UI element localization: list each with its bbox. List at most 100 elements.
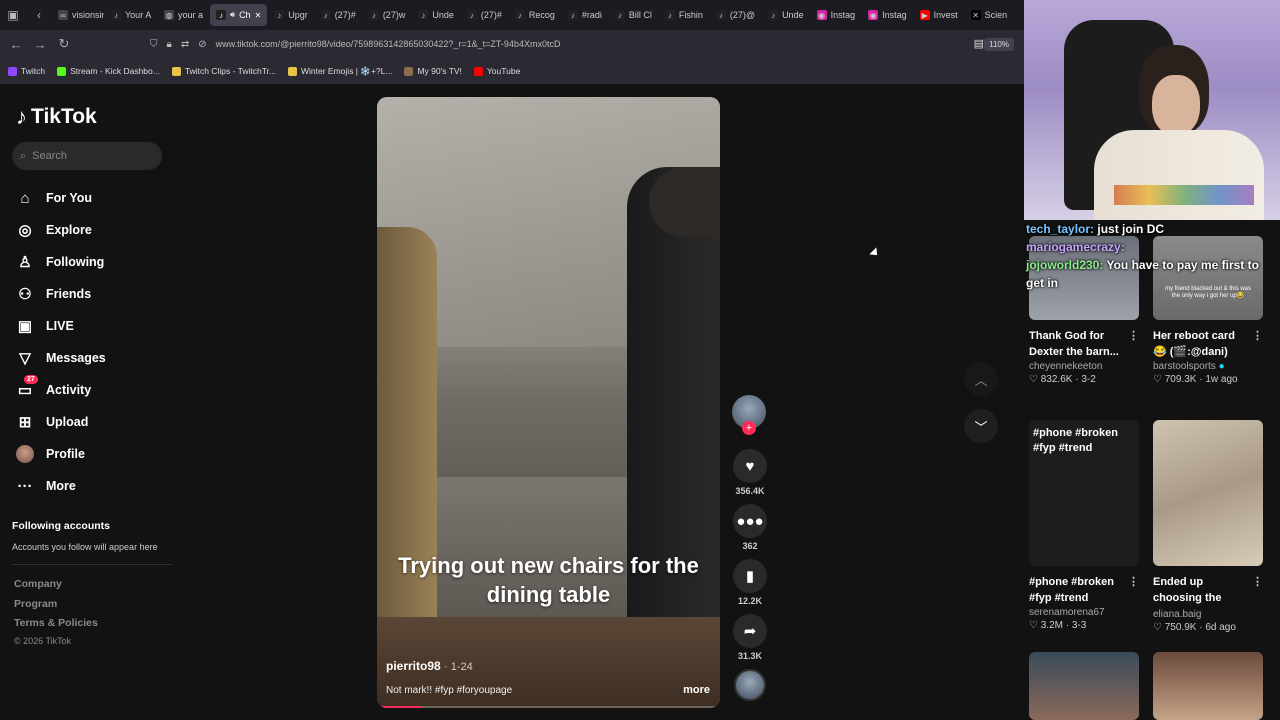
more-options-icon[interactable]: ⋮ bbox=[1252, 574, 1263, 590]
sidebar-item-activity[interactable]: ▭ 27 Activity bbox=[16, 374, 106, 406]
sound-avatar[interactable] bbox=[734, 669, 766, 701]
tab-scroll-left-icon[interactable]: ‹ bbox=[26, 0, 52, 30]
sidebar-item-upload[interactable]: ⊞ Upload bbox=[16, 406, 106, 438]
more-button[interactable]: more bbox=[683, 684, 710, 696]
webcam-face bbox=[1152, 75, 1200, 135]
next-video-button[interactable]: ﹀ bbox=[964, 409, 998, 443]
browser-tab[interactable]: ♪ Your A bbox=[105, 4, 157, 26]
more-options-icon[interactable]: ⋮ bbox=[1128, 328, 1139, 344]
forward-icon[interactable]: → bbox=[28, 37, 52, 52]
speaker-icon[interactable]: 🔊︎ bbox=[230, 10, 235, 20]
browser-tab[interactable]: ♪ Bill Cl bbox=[609, 4, 658, 26]
back-icon[interactable]: ← bbox=[4, 37, 28, 52]
card-author[interactable]: barstoolsports ● bbox=[1153, 361, 1263, 372]
video-thumbnail[interactable] bbox=[1029, 652, 1139, 720]
sidebar-item-friends[interactable]: ⚇ Friends bbox=[16, 278, 106, 310]
shield-icon[interactable]: ⛉ bbox=[150, 39, 158, 50]
reload-icon[interactable]: ↻ bbox=[52, 36, 76, 52]
browser-tab[interactable]: ∞ visionsim bbox=[52, 4, 104, 26]
sidebar-item-for-you[interactable]: ⌂ For You bbox=[16, 182, 106, 214]
bookmark-item[interactable]: YouTube bbox=[473, 66, 521, 76]
address-bar[interactable]: ⛉ 🔒︎ ⇄ ⊘ www.tiktok.com/@pierrito98/vide… bbox=[150, 34, 1020, 54]
bookmark-item[interactable]: Twitch Clips - TwitchTr... bbox=[171, 66, 276, 76]
browser-tab[interactable]: ♪ 🔊︎ Ch ✕ bbox=[210, 4, 268, 26]
browser-tab[interactable]: ♪ (27)# bbox=[315, 4, 362, 26]
sidebar-item-live[interactable]: ▣ LIVE bbox=[16, 310, 106, 342]
camera-off-icon[interactable]: ⊘ bbox=[198, 39, 206, 50]
reader-view-icon[interactable]: ▤ bbox=[974, 37, 984, 50]
bookmark-favicon-icon bbox=[8, 66, 17, 76]
browser-tab[interactable]: ♪ (27)# bbox=[461, 4, 508, 26]
browser-tab[interactable]: ♪ Fishin bbox=[659, 4, 709, 26]
sidebar-item-following[interactable]: ♙ Following bbox=[16, 246, 106, 278]
browser-tab[interactable]: ♪ Recog bbox=[509, 4, 561, 26]
friends-icon: ⚇ bbox=[18, 286, 32, 303]
creator-avatar[interactable]: + bbox=[732, 395, 766, 435]
video-author-name[interactable]: pierrito98 bbox=[386, 659, 441, 673]
sidebar-item-explore[interactable]: ◎ Explore bbox=[16, 214, 106, 246]
bookmark-item[interactable]: My 90's TV! bbox=[404, 66, 462, 76]
lock-icon[interactable]: 🔒︎ bbox=[167, 39, 172, 50]
grid-video-card[interactable] bbox=[1153, 652, 1263, 720]
chevron-up-icon: ︿ bbox=[974, 372, 988, 388]
card-author[interactable]: cheyennekeeton bbox=[1029, 361, 1139, 372]
browser-tab[interactable]: ♪ Unde bbox=[412, 4, 460, 26]
video-author[interactable]: pierrito98 · 1-24 bbox=[386, 659, 473, 673]
heart-icon[interactable]: ♥ bbox=[733, 449, 767, 483]
bookmark-label: YouTube bbox=[486, 66, 521, 76]
browser-tab[interactable]: ♪ (27)@ bbox=[710, 4, 761, 26]
footer-company-link[interactable]: Company bbox=[14, 578, 62, 590]
card-author[interactable]: serenamorena67 bbox=[1029, 607, 1139, 618]
video-progress-bar[interactable] bbox=[377, 706, 720, 708]
browser-tab[interactable]: ♪ Upgr bbox=[268, 4, 314, 26]
tiktok-logo[interactable]: ♪ TikTok bbox=[16, 104, 97, 130]
bookmark-icon[interactable]: ▮ bbox=[733, 559, 767, 593]
share-icon[interactable]: ➦ bbox=[733, 614, 767, 648]
bookmark-item[interactable]: Stream - Kick Dashbo... bbox=[57, 66, 160, 76]
bookmark-item[interactable]: Twitch bbox=[8, 66, 45, 76]
tab-overview-icon[interactable]: ▣ bbox=[0, 0, 26, 30]
search-input[interactable]: ⌕ Search bbox=[12, 142, 162, 170]
permissions-icon[interactable]: ⇄ bbox=[181, 39, 189, 50]
video-player[interactable]: Trying out new chairs for the dining tab… bbox=[377, 97, 720, 708]
search-icon: ⌕ bbox=[20, 149, 27, 162]
footer-program-link[interactable]: Program bbox=[14, 598, 57, 610]
save-count: 12.2K bbox=[737, 596, 763, 606]
url-text[interactable]: www.tiktok.com/@pierrito98/video/7598963… bbox=[216, 39, 561, 49]
footer-copyright: © 2026 TikTok bbox=[14, 636, 72, 646]
sidebar-item-messages[interactable]: ▽ Messages bbox=[16, 342, 106, 374]
more-options-icon[interactable]: ⋮ bbox=[1128, 574, 1139, 590]
card-title-text: Thank God for Dexter the barn... bbox=[1029, 330, 1119, 358]
close-tab-icon[interactable]: ✕ bbox=[255, 11, 262, 20]
sidebar-item-label: Following bbox=[46, 255, 105, 269]
browser-tab[interactable]: ♪ Unde bbox=[762, 4, 810, 26]
grid-video-card[interactable] bbox=[1029, 652, 1139, 720]
grid-video-card[interactable]: #phone #broken #fyp #trend #phone #broke… bbox=[1029, 420, 1139, 631]
video-thumbnail[interactable] bbox=[1153, 652, 1263, 720]
card-title: Ended up choosing the roo... ⋮ bbox=[1153, 574, 1263, 608]
browser-tab[interactable]: ◉ Instag bbox=[862, 4, 913, 26]
sidebar-item-profile[interactable]: Profile bbox=[16, 438, 106, 470]
browser-tab[interactable]: ♪ (27)w bbox=[363, 4, 412, 26]
comment-icon[interactable]: ●●● bbox=[733, 504, 767, 538]
tiktok-icon: ♪ bbox=[216, 10, 227, 20]
follow-plus-icon[interactable]: + bbox=[742, 421, 756, 435]
browser-tab[interactable]: ✕ Scien bbox=[965, 4, 1014, 26]
browser-tab[interactable]: ◍ your a bbox=[158, 4, 209, 26]
tab-label: Ch bbox=[239, 10, 251, 20]
browser-tab[interactable]: ♪ #radi bbox=[562, 4, 608, 26]
zoom-level[interactable]: 110% bbox=[984, 38, 1014, 51]
previous-video-button[interactable]: ︿ bbox=[964, 362, 998, 396]
video-thumbnail[interactable] bbox=[1153, 420, 1263, 566]
card-author-name[interactable]: barstoolsports bbox=[1153, 361, 1216, 372]
more-options-icon[interactable]: ⋮ bbox=[1252, 328, 1263, 344]
grid-video-card[interactable]: Ended up choosing the roo... ⋮ eliana.ba… bbox=[1153, 420, 1263, 633]
footer-terms-link[interactable]: Terms & Policies bbox=[14, 617, 98, 629]
video-thumbnail[interactable]: #phone #broken #fyp #trend bbox=[1029, 420, 1139, 566]
browser-tab[interactable]: ◉ Instag bbox=[811, 4, 862, 26]
sidebar-item-more[interactable]: ··· More bbox=[16, 470, 106, 502]
card-author[interactable]: eliana.baig bbox=[1153, 609, 1263, 620]
tiktok-page: ♪ TikTok ⌕ Search ⌂ For You ◎ Explore ♙ Follo… bbox=[0, 84, 1024, 720]
browser-tab[interactable]: ▶ Invest bbox=[914, 4, 964, 26]
bookmark-item[interactable]: Winter Emojis | ❄️+?L... bbox=[288, 66, 392, 77]
